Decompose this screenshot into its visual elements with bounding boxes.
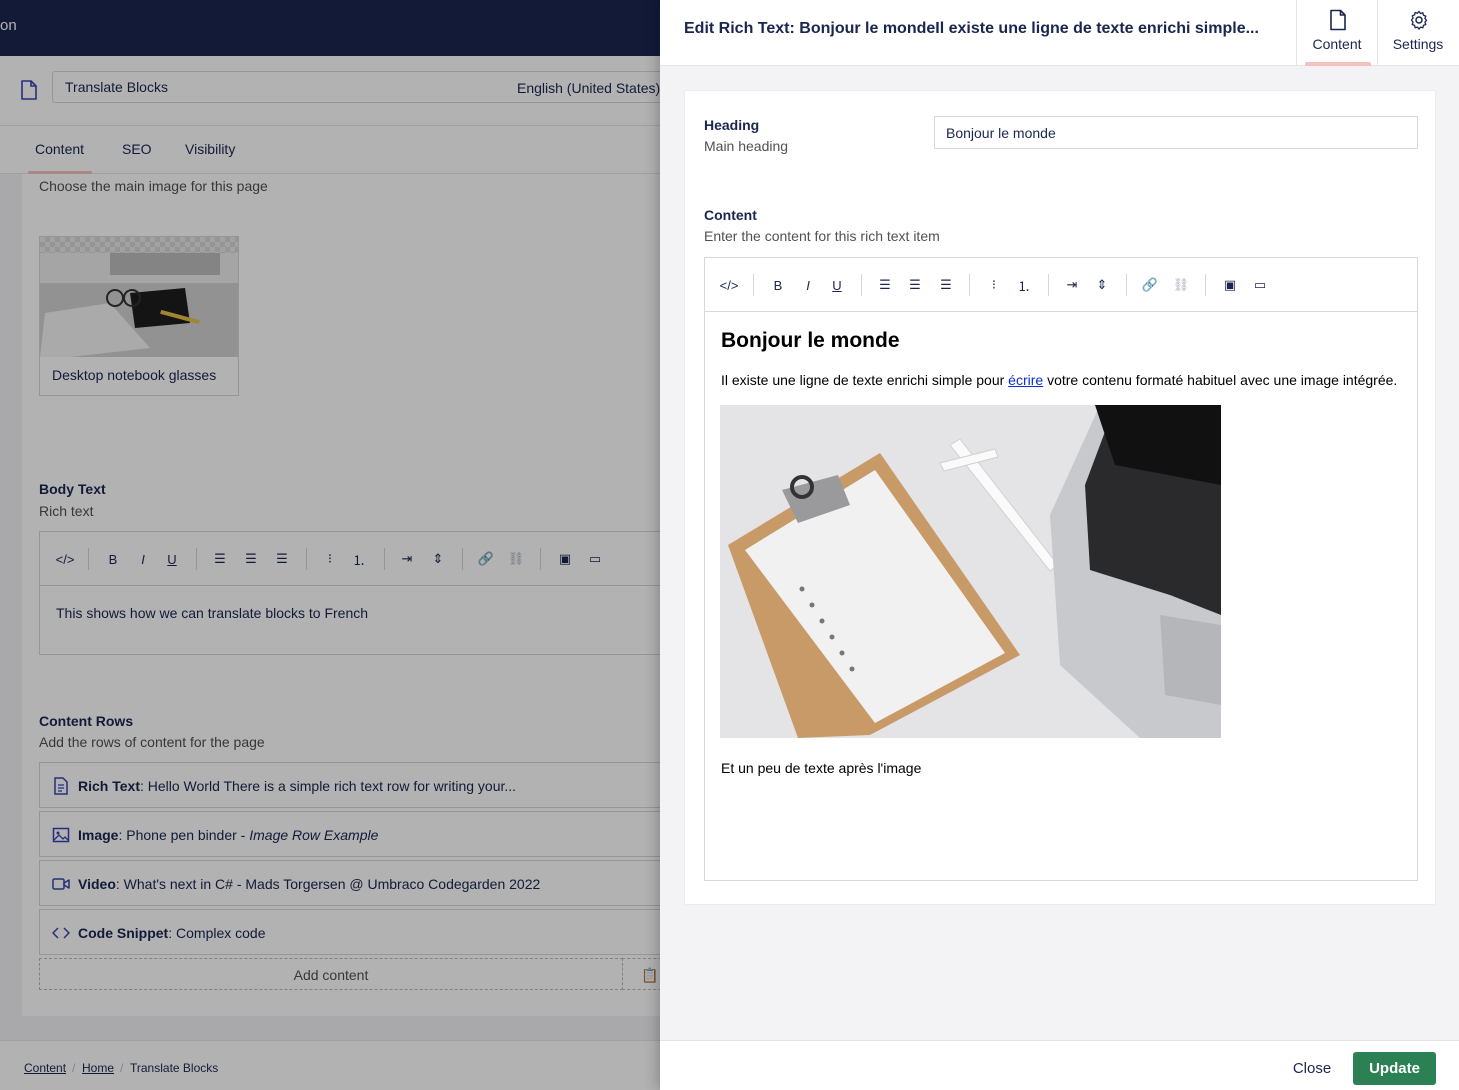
content-label: Content [704,207,757,223]
content-heading: Bonjour le monde [721,329,900,352]
modal-backdrop[interactable] [0,0,660,1090]
link-icon[interactable]: 🔗 [1141,276,1159,294]
edit-rich-text-dialog: Edit Rich Text: Bonjour le mondeIl exist… [660,0,1459,1090]
italic-icon[interactable]: I [799,276,817,294]
gear-icon [1410,10,1428,30]
source-code-icon[interactable]: </> [720,276,739,294]
dialog-header: Edit Rich Text: Bonjour le mondeIl exist… [660,0,1459,66]
insert-embed-icon[interactable]: ▭ [1251,276,1269,294]
content-editor-toolbar: </> B I U ☰ ☰ ☰ ⁝ ⒈ ⇥ ⇕ 🔗 ⛓ ▣ ▭ [705,258,1417,312]
active-tab-indicator [1305,62,1371,66]
toolbar-separator [1048,274,1049,296]
update-button[interactable]: Update [1353,1052,1436,1085]
insert-image-icon[interactable]: ▣ [1221,276,1239,294]
align-right-icon[interactable]: ☰ [937,276,955,294]
heading-label: Heading [704,117,760,133]
unlink-icon[interactable]: ⛓ [1172,276,1190,294]
horizontal-rule-icon[interactable]: ⇕ [1093,276,1111,294]
dialog-tab-content[interactable]: Content [1296,0,1377,66]
dialog-content-box: Heading Main heading Content Enter the c… [684,90,1436,905]
bullet-list-icon[interactable]: ⁝ [985,276,1003,294]
underline-icon[interactable]: U [828,276,846,294]
dialog-tab-label: Settings [1392,36,1444,52]
heading-description: Main heading [704,138,789,154]
dialog-footer: Close Update [660,1040,1459,1090]
align-center-icon[interactable]: ☰ [906,276,924,294]
content-link[interactable]: écrire [1008,372,1043,388]
content-description: Enter the content for this rich text ite… [704,228,940,244]
content-paragraph: Il existe une ligne de texte enrichi sim… [721,372,1397,388]
bold-icon[interactable]: B [769,276,787,294]
toolbar-separator [969,274,970,296]
dialog-tab-settings[interactable]: Settings [1377,0,1458,66]
paragraph-text: votre contenu formaté habituel avec une … [1043,372,1398,388]
align-left-icon[interactable]: ☰ [876,276,894,294]
indent-icon[interactable]: ⇥ [1063,276,1081,294]
document-icon [1330,9,1346,31]
dialog-tab-label: Content [1312,36,1362,52]
toolbar-separator [753,274,754,296]
toolbar-separator [1205,274,1206,296]
content-rich-text-editor[interactable]: </> B I U ☰ ☰ ☰ ⁝ ⒈ ⇥ ⇕ 🔗 ⛓ ▣ ▭ Bonjour … [704,257,1418,881]
heading-input[interactable] [934,116,1418,149]
close-button[interactable]: Close [1282,1053,1342,1083]
toolbar-separator [1126,274,1127,296]
paragraph-text: Il existe une ligne de texte enrichi sim… [721,372,1009,388]
embedded-image[interactable] [720,405,1221,738]
content-paragraph-2: Et un peu de texte après l'image [721,760,922,776]
numbered-list-icon[interactable]: ⒈ [1015,276,1033,294]
toolbar-separator [861,274,862,296]
dialog-title: Edit Rich Text: Bonjour le mondeIl exist… [684,20,1259,37]
content-editor-body[interactable]: Bonjour le monde Il existe une ligne de … [705,313,1417,881]
